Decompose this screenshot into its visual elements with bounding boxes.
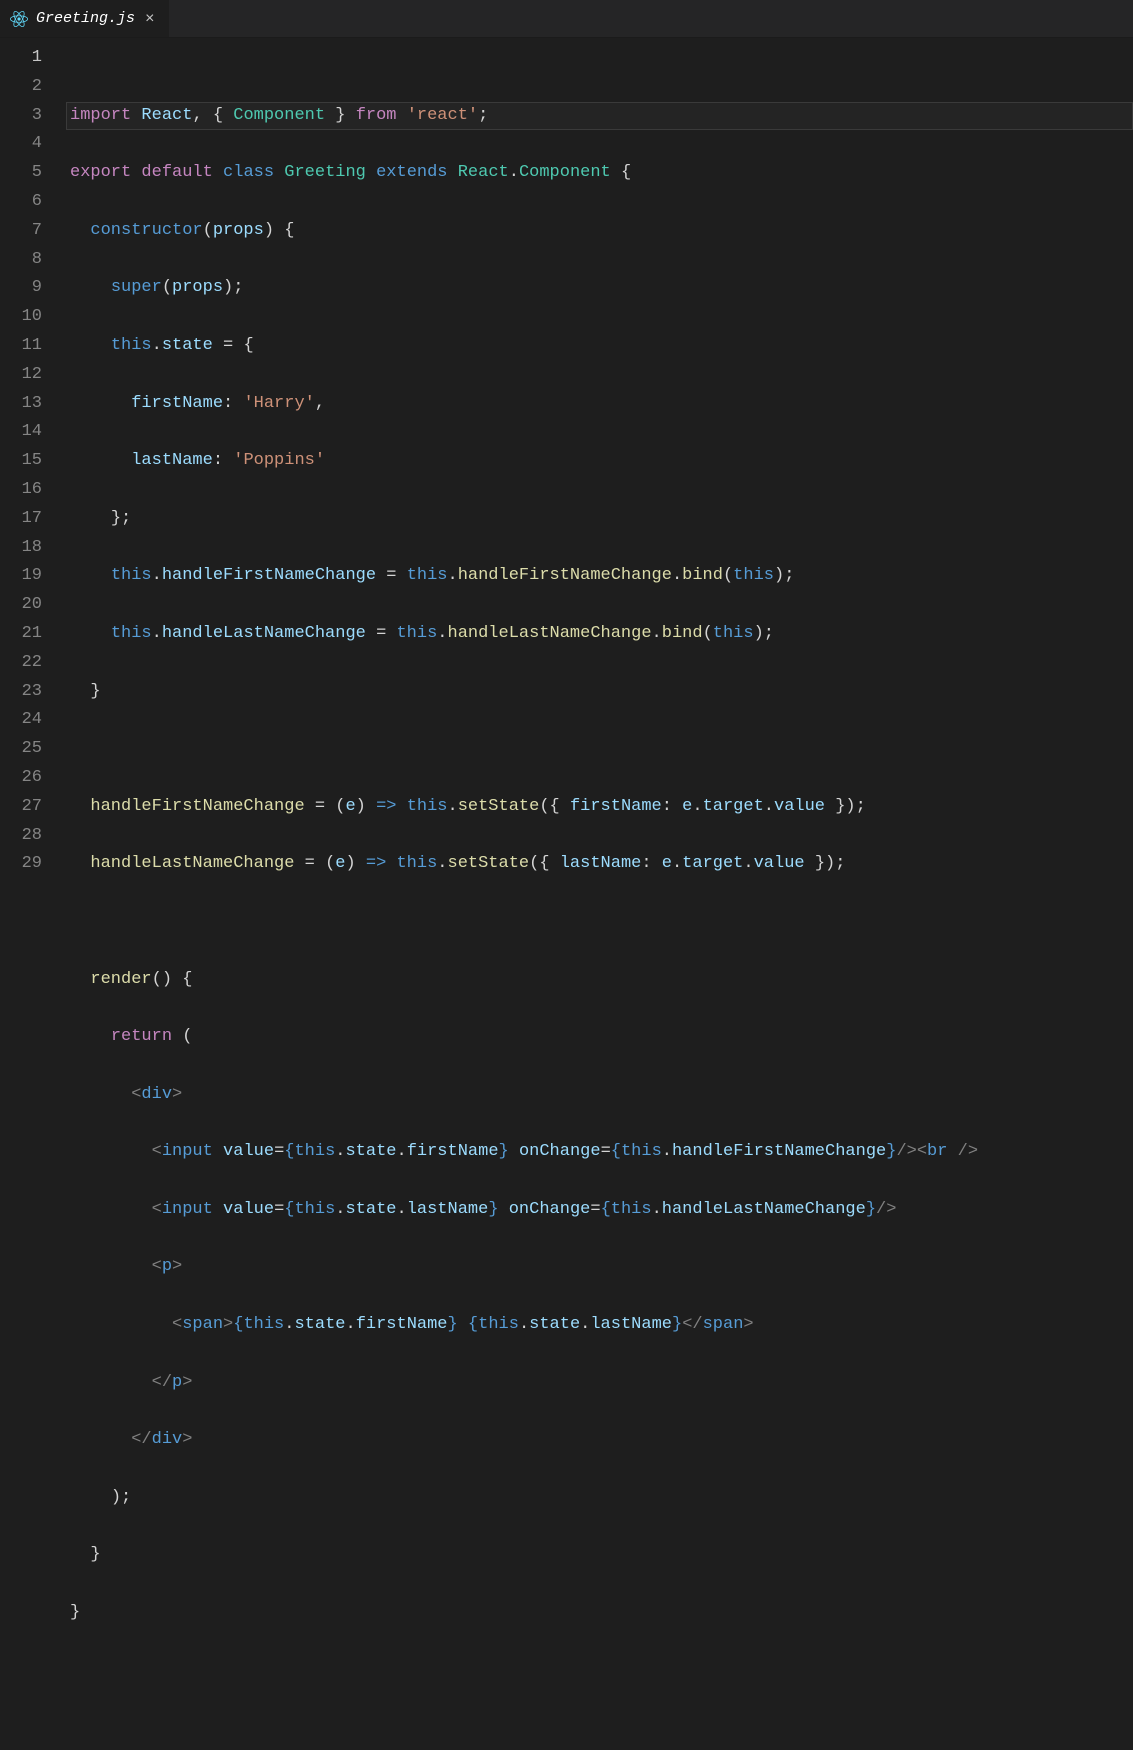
line-number: 15	[0, 447, 42, 476]
code-line: };	[70, 505, 1133, 534]
tab-bar: Greeting.js ×	[0, 0, 1133, 38]
code-line: export default class Greeting extends Re…	[70, 159, 1133, 188]
code-line: handleFirstNameChange = (e) => this.setS…	[70, 793, 1133, 822]
code-line: <span>{this.state.firstName} {this.state…	[70, 1311, 1133, 1340]
tab-greeting-js[interactable]: Greeting.js ×	[0, 0, 169, 37]
line-number: 20	[0, 591, 42, 620]
line-number: 4	[0, 130, 42, 159]
code-line: <input value={this.state.firstName} onCh…	[70, 1138, 1133, 1167]
line-number: 17	[0, 505, 42, 534]
line-number-gutter: 1234567891011121314151617181920212223242…	[0, 44, 70, 875]
code-line: super(props);	[70, 274, 1133, 303]
line-number: 24	[0, 706, 42, 735]
code-line: return (	[70, 1023, 1133, 1052]
code-line: this.handleFirstNameChange = this.handle…	[70, 562, 1133, 591]
line-number: 12	[0, 361, 42, 390]
code-line: this.handleLastNameChange = this.handleL…	[70, 620, 1133, 649]
line-number: 2	[0, 73, 42, 102]
line-number: 21	[0, 620, 42, 649]
line-number: 27	[0, 793, 42, 822]
code-line	[70, 1657, 1133, 1686]
line-number: 6	[0, 188, 42, 217]
line-number: 13	[0, 390, 42, 419]
code-line: import React, { Component } from 'react'…	[66, 102, 1133, 131]
close-icon[interactable]: ×	[143, 10, 157, 28]
tab-filename: Greeting.js	[36, 10, 135, 27]
line-number: 22	[0, 649, 42, 678]
line-number: 26	[0, 764, 42, 793]
line-number: 28	[0, 822, 42, 851]
line-number: 18	[0, 534, 42, 563]
line-number: 3	[0, 102, 42, 131]
code-line: constructor(props) {	[70, 217, 1133, 246]
line-number: 16	[0, 476, 42, 505]
code-line: <div>	[70, 1081, 1133, 1110]
code-line: this.state = {	[70, 332, 1133, 361]
code-line: );	[70, 1484, 1133, 1513]
code-line: }	[70, 1599, 1133, 1628]
code-line: <input value={this.state.lastName} onCha…	[70, 1196, 1133, 1225]
code-line	[70, 908, 1133, 937]
line-number: 10	[0, 303, 42, 332]
line-number: 23	[0, 678, 42, 707]
code-line: </p>	[70, 1369, 1133, 1398]
code-area[interactable]: import React, { Component } from 'react'…	[70, 44, 1133, 875]
line-number: 14	[0, 418, 42, 447]
line-number: 9	[0, 274, 42, 303]
code-line: <p>	[70, 1253, 1133, 1282]
line-number: 25	[0, 735, 42, 764]
code-line: render() {	[70, 966, 1133, 995]
react-icon	[10, 10, 28, 28]
editor: 1234567891011121314151617181920212223242…	[0, 38, 1133, 875]
code-line: firstName: 'Harry',	[70, 390, 1133, 419]
code-line	[70, 735, 1133, 764]
code-line: lastName: 'Poppins'	[70, 447, 1133, 476]
line-number: 7	[0, 217, 42, 246]
code-line: }	[70, 678, 1133, 707]
code-line	[70, 1714, 1133, 1743]
line-number: 8	[0, 246, 42, 275]
line-number: 1	[0, 44, 42, 73]
code-line: }	[70, 1541, 1133, 1570]
line-number: 11	[0, 332, 42, 361]
line-number: 5	[0, 159, 42, 188]
line-number: 19	[0, 562, 42, 591]
code-line: </div>	[70, 1426, 1133, 1455]
